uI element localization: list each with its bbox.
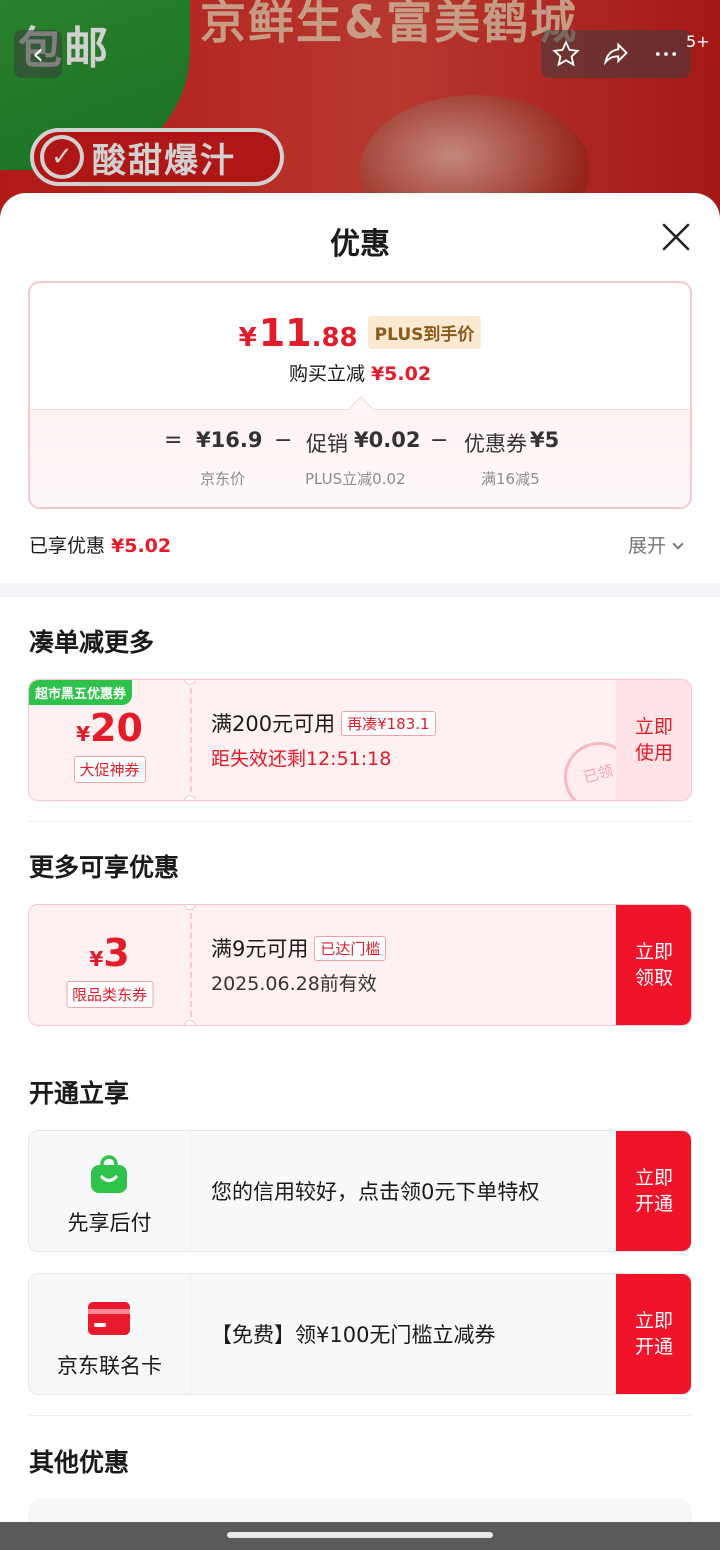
shopping-bag-icon <box>91 1155 127 1193</box>
coupon-condition-text: 满9元可用 <box>211 937 309 961</box>
coupon-currency: ¥ <box>76 722 91 746</box>
chevron-down-icon <box>672 538 684 550</box>
coupon-divider <box>190 688 192 792</box>
activate-pay-later-button[interactable]: 立即 开通 <box>616 1131 691 1251</box>
promo-label: 促销 <box>306 432 348 456</box>
reduce-amount: ¥5.02 <box>370 363 432 385</box>
section-divider <box>29 1415 691 1416</box>
section-title-activate: 开通立享 <box>29 1079 130 1108</box>
service-divider <box>190 1274 191 1394</box>
system-nav-bar <box>0 1522 720 1550</box>
share-icon[interactable] <box>602 40 630 68</box>
other-discount-card[interactable] <box>28 1499 692 1523</box>
section-title-combine: 凑单减更多 <box>29 628 155 657</box>
sheet-title: 优惠 <box>330 227 390 262</box>
jd-price-value: ¥16.9 <box>196 428 263 452</box>
section-gap <box>0 583 720 597</box>
chevron-left-icon: ‹ <box>32 36 44 72</box>
coupon-source-tag: 超市黑五优惠券 <box>29 680 133 705</box>
coupon-currency: ¥ <box>89 947 104 971</box>
coupon-divider <box>190 913 192 1017</box>
promo-caption: PLUS立减0.02 <box>305 470 406 488</box>
coupon-type-label: 大促神券 <box>73 756 146 783</box>
service-card-pay-later: 先享后付 您的信用较好，点击领0元下单特权 立即 开通 <box>28 1130 692 1252</box>
home-indicator[interactable] <box>227 1532 493 1538</box>
reduce-label: 购买立减 <box>288 363 365 385</box>
coupon-countdown: 距失效还剩12:51:18 <box>211 748 392 770</box>
more-icon[interactable] <box>652 40 680 68</box>
minus-sign: − <box>430 428 449 453</box>
back-button[interactable]: ‹ <box>14 30 62 78</box>
expand-button[interactable]: 展开 <box>628 531 684 558</box>
coupon-value-area: ¥3 限品类东券 <box>29 905 190 1025</box>
activate-card-button[interactable]: 立即 开通 <box>616 1274 691 1394</box>
coupon-card-combine: 超市黑五优惠券 ¥20 大促神券 满200元可用 再凑¥183.1 距失效还剩12… <box>28 679 692 801</box>
final-price-decimal: .88 <box>311 323 358 353</box>
coupon-value-area: 超市黑五优惠券 ¥20 大促神券 <box>29 680 190 800</box>
claim-now-button[interactable]: 立即 领取 <box>616 905 691 1025</box>
discount-sheet: 优惠 ¥ 11 .88 PLUS到手价 购买立减 ¥5.02 = ¥16.9 − … <box>0 193 720 1523</box>
top-action-group <box>541 30 691 78</box>
coupon-amount-value: 3 <box>103 931 130 975</box>
coupon-caption: 满16减5 <box>481 470 540 488</box>
purchase-reduction: 购买立减 ¥5.02 <box>30 359 690 386</box>
coupon-notch <box>184 1020 196 1025</box>
section-title-more: 更多可享优惠 <box>29 853 180 882</box>
final-price-integer: 11 <box>258 311 312 355</box>
jd-price-caption: 京东价 <box>200 470 246 488</box>
service-description: 您的信用较好，点击领0元下单特权 <box>211 1180 540 1204</box>
coupon-value: ¥5 <box>530 428 560 452</box>
service-divider <box>190 1131 191 1251</box>
plus-price-tag: PLUS到手价 <box>367 316 482 349</box>
service-description: 【免费】领¥100无门槛立减券 <box>211 1323 496 1347</box>
use-now-button[interactable]: 立即 使用 <box>616 680 691 800</box>
credit-card-icon <box>88 1302 130 1335</box>
section-title-other: 其他优惠 <box>29 1448 130 1477</box>
service-name: 先享后付 <box>67 1211 152 1235</box>
close-icon[interactable] <box>658 219 694 255</box>
enjoyed-label: 已享优惠 <box>29 535 106 557</box>
equals-sign: = <box>164 428 183 453</box>
final-price: ¥ 11 .88 PLUS到手价 <box>30 311 690 355</box>
coupon-extra-tag: 再凑¥183.1 <box>341 711 436 736</box>
message-badge: 5+ <box>686 32 710 51</box>
star-icon[interactable] <box>552 40 580 68</box>
coupon-amount: ¥3 <box>29 931 190 975</box>
price-breakdown: = ¥16.9 − 促销 ¥0.02 − 优惠券 ¥5 京东价 PLUS立减0.… <box>30 396 690 507</box>
coupon-card-more: ¥3 限品类东券 满9元可用 已达门槛 2025.06.28前有效 立即 领取 <box>28 904 692 1026</box>
coupon-extra-tag: 已达门槛 <box>314 936 387 961</box>
coupon-type-label: 限品类东券 <box>65 981 154 1008</box>
price-summary-card: ¥ 11 .88 PLUS到手价 购买立减 ¥5.02 = ¥16.9 − 促销 … <box>28 281 692 509</box>
enjoyed-amount: ¥5.02 <box>111 535 172 557</box>
promo-value: ¥0.02 <box>354 428 421 452</box>
coupon-condition: 满200元可用 再凑¥183.1 <box>211 708 436 738</box>
service-name: 京东联名卡 <box>57 1354 162 1378</box>
expand-label: 展开 <box>628 535 667 557</box>
coupon-validity: 2025.06.28前有效 <box>211 973 377 995</box>
enjoyed-discount: 已享优惠 ¥5.02 <box>29 531 171 558</box>
minus-sign: − <box>274 428 293 453</box>
coupon-amount: ¥20 <box>29 706 190 750</box>
final-price-currency: ¥ <box>238 323 257 353</box>
coupon-amount-value: 20 <box>90 706 143 750</box>
price-formula: = ¥16.9 − 促销 ¥0.02 − 优惠券 ¥5 <box>30 428 690 458</box>
coupon-label: 优惠券 <box>464 432 527 456</box>
coupon-condition-text: 满200元可用 <box>211 712 336 736</box>
coupon-condition: 满9元可用 已达门槛 <box>211 933 387 963</box>
section-divider <box>29 821 691 822</box>
coupon-notch <box>184 795 196 800</box>
service-card-co-branded: 京东联名卡 【免费】领¥100无门槛立减券 立即 开通 <box>28 1273 692 1395</box>
